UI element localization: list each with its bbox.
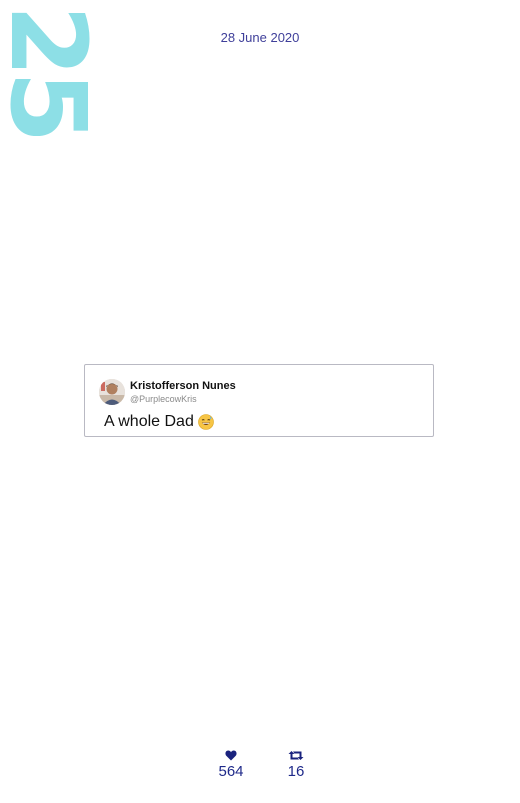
tweet-author-name[interactable]: Kristofferson Nunes — [130, 380, 236, 392]
retweets-count: 16 — [287, 763, 305, 780]
date-label: 28 June 2020 — [220, 30, 300, 45]
tweet-text-row: A whole Dad — [104, 413, 214, 431]
tweet-author-handle[interactable]: @PurplecowKris — [130, 394, 197, 404]
tweet-card[interactable]: Kristofferson Nunes @PurplecowKris A who… — [84, 364, 434, 437]
grinning-sweat-emoji-icon — [198, 414, 214, 430]
heart-icon — [206, 748, 256, 762]
retweet-icon — [271, 748, 321, 762]
avatar-image — [99, 379, 125, 405]
likes-stat[interactable]: 564 — [206, 748, 256, 780]
likes-count: 564 — [218, 763, 244, 780]
day-number-text: 25 — [6, 6, 90, 136]
retweets-stat[interactable]: 16 — [271, 748, 321, 780]
avatar[interactable] — [99, 379, 125, 405]
day-number: 25 — [6, 6, 90, 136]
tweet-text: A whole Dad — [104, 413, 194, 430]
